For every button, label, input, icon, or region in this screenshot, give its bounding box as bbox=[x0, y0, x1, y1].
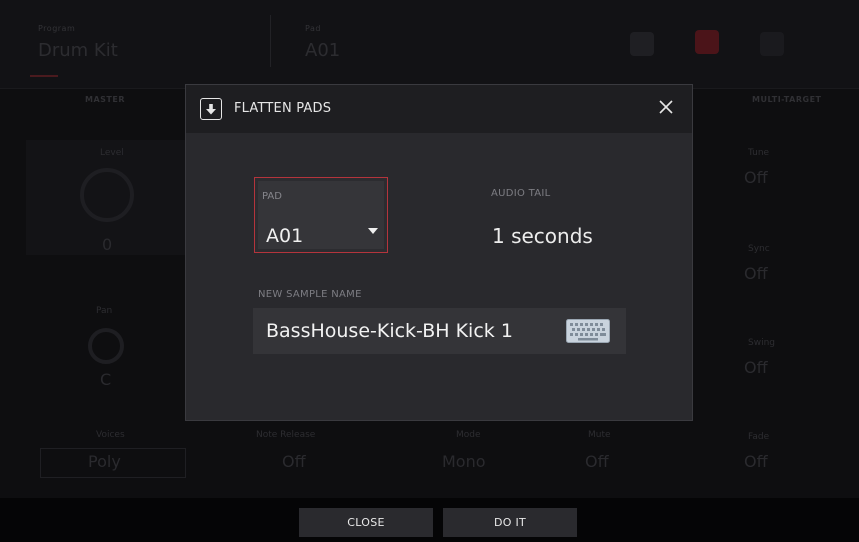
bg-tune-label: Tune bbox=[748, 148, 770, 158]
close-icon[interactable] bbox=[656, 97, 676, 117]
bg-pad-value: A01 bbox=[305, 40, 341, 61]
bg-level-value: 0 bbox=[102, 235, 113, 254]
bg-tune-value: Off bbox=[744, 168, 768, 187]
bg-fade-label: Fade bbox=[748, 432, 770, 442]
bg-mute-label: Mute bbox=[588, 430, 611, 440]
bg-fade-value: Off bbox=[744, 452, 768, 471]
bg-grid-icon bbox=[630, 32, 654, 56]
audio-tail-value[interactable]: 1 seconds bbox=[492, 224, 593, 248]
bg-pan-label: Pan bbox=[96, 306, 113, 316]
keyboard-icon[interactable] bbox=[566, 319, 610, 347]
bg-sync-value: Off bbox=[744, 264, 768, 283]
bg-pad-label: Pad bbox=[305, 24, 321, 33]
pad-value: A01 bbox=[266, 225, 304, 247]
bg-tab-multi-target: MULTI-TARGET bbox=[752, 95, 822, 104]
bg-mode-value: Mono bbox=[442, 452, 486, 471]
sample-name-value: BassHouse-Kick-BH Kick 1 bbox=[266, 320, 513, 342]
close-button[interactable]: CLOSE bbox=[299, 508, 433, 537]
bg-pan-knob bbox=[88, 328, 124, 364]
bg-sync-label: Sync bbox=[748, 244, 770, 254]
bg-program-label: Program bbox=[38, 24, 76, 33]
bg-swing-value: Off bbox=[744, 358, 768, 377]
flatten-pads-dialog: FLATTEN PADS PAD A01 AUDIO TAIL 1 second… bbox=[185, 84, 693, 421]
dialog-header: FLATTEN PADS bbox=[186, 85, 692, 133]
sample-name-label: NEW SAMPLE NAME bbox=[258, 289, 362, 300]
bg-header-divider bbox=[270, 15, 271, 67]
bg-voices-value: Poly bbox=[88, 452, 121, 471]
bg-note-release-value: Off bbox=[282, 452, 306, 471]
bg-pan-value: C bbox=[100, 370, 112, 389]
bg-level-knob bbox=[80, 168, 134, 222]
do-it-button[interactable]: DO IT bbox=[443, 508, 577, 537]
bg-swing-label: Swing bbox=[748, 338, 775, 348]
bg-mode-label: Mode bbox=[456, 430, 481, 440]
bg-level-label: Level bbox=[100, 148, 124, 158]
bg-flatten-icon bbox=[695, 30, 719, 54]
dialog-title: FLATTEN PADS bbox=[234, 101, 332, 116]
pad-select-body: PAD A01 bbox=[258, 181, 384, 249]
audio-tail-label: AUDIO TAIL bbox=[491, 188, 551, 199]
bg-mute-value: Off bbox=[585, 452, 609, 471]
bg-settings-icon bbox=[760, 32, 784, 56]
sample-name-field[interactable]: BassHouse-Kick-BH Kick 1 bbox=[253, 308, 626, 354]
bg-program-value: Drum Kit bbox=[38, 40, 118, 61]
pad-label: PAD bbox=[262, 191, 282, 202]
bg-voices-label: Voices bbox=[96, 430, 125, 440]
dropdown-arrow-icon bbox=[368, 228, 378, 234]
bg-note-release-label: Note Release bbox=[256, 430, 316, 440]
background-header: Program Drum Kit Pad A01 bbox=[0, 0, 859, 89]
bg-tab-master: MASTER bbox=[85, 95, 125, 104]
bg-active-underline bbox=[30, 75, 58, 77]
flatten-download-icon bbox=[200, 98, 222, 120]
pad-select[interactable]: PAD A01 bbox=[254, 177, 388, 253]
